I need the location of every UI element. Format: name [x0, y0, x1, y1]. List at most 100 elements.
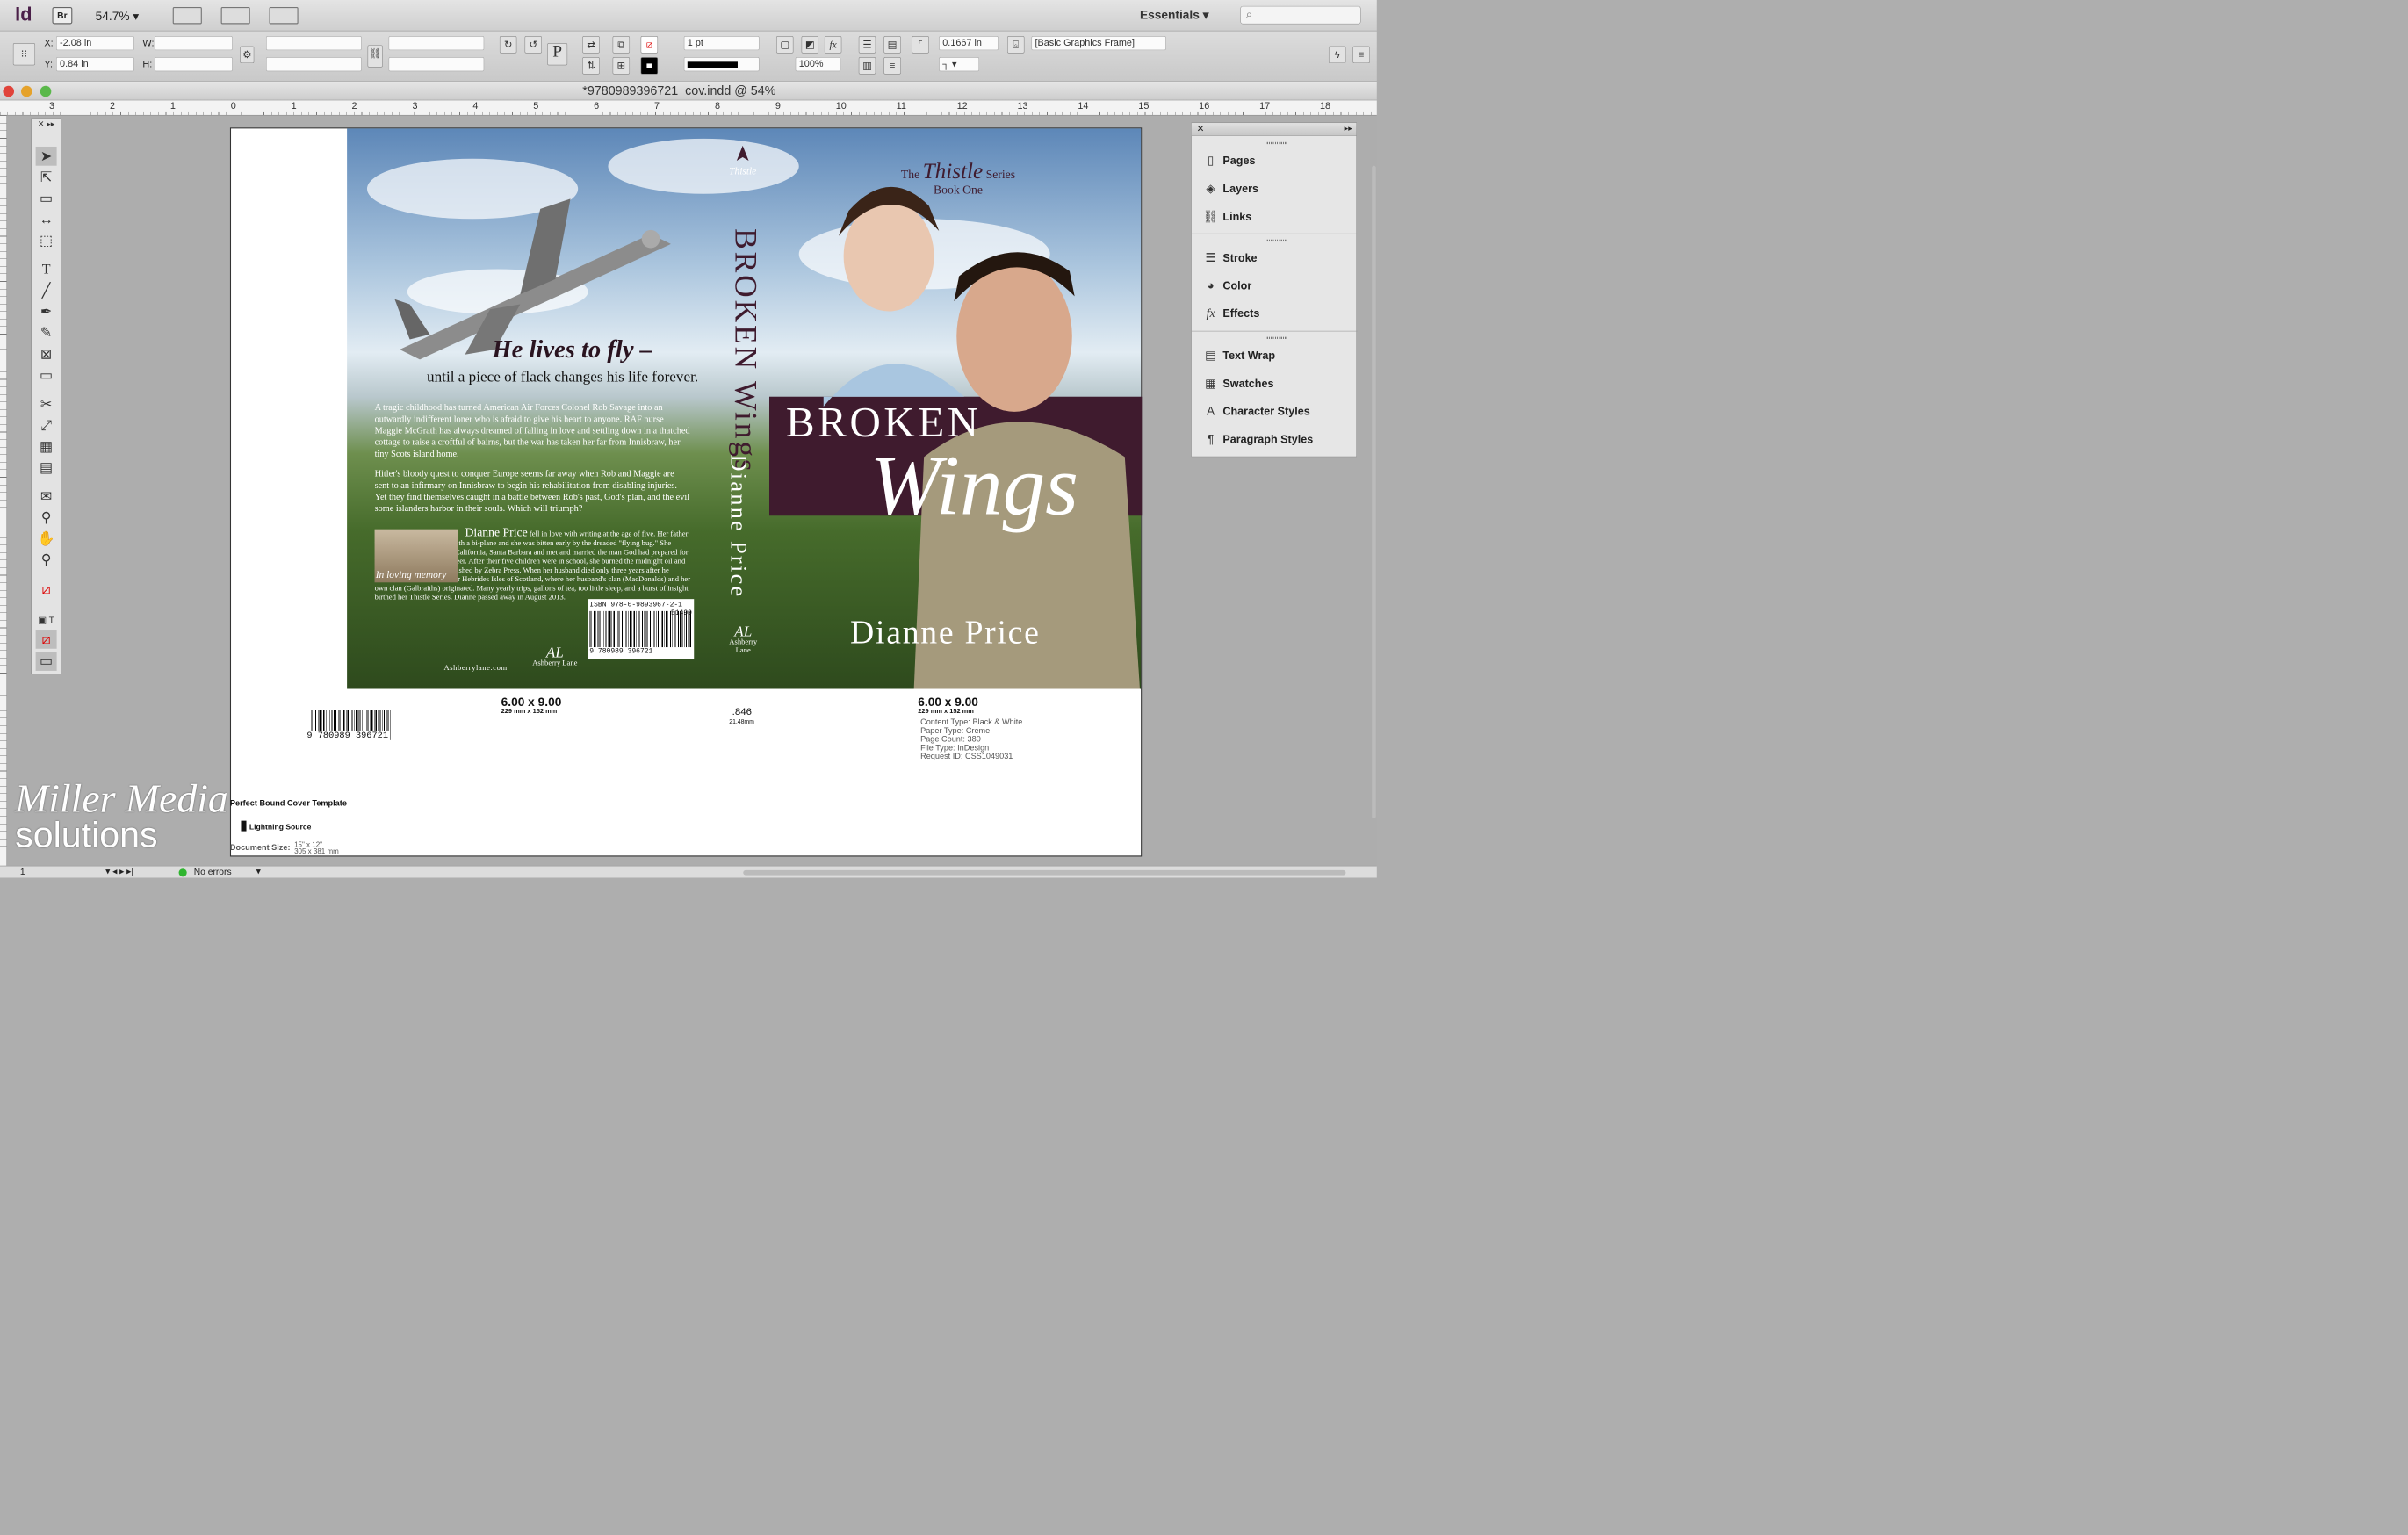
select-next-object-icon[interactable]: ⊞	[612, 57, 631, 75]
width-field[interactable]	[155, 36, 233, 51]
panel-grip[interactable]	[1266, 336, 1287, 339]
zoom-level-dropdown[interactable]: 54.7% ▾	[96, 9, 140, 24]
effects-icon[interactable]: fx	[824, 36, 842, 54]
formatting-affects-container-icon[interactable]: ▣ T	[36, 610, 57, 630]
panel-menu-icon[interactable]: ≡	[1352, 46, 1370, 64]
stroke-weight-field[interactable]: 1 pt	[683, 36, 760, 51]
select-container-icon[interactable]: ⧉	[612, 36, 631, 54]
scale-y-field[interactable]	[266, 57, 362, 72]
bridge-button[interactable]: Br	[52, 7, 73, 25]
panel-item-effects[interactable]: fx Effects	[1201, 306, 1352, 327]
stroke-type-dropdown[interactable]	[683, 57, 760, 72]
pen-tool-icon[interactable]: ✒	[36, 302, 57, 321]
tools-collapse-icon[interactable]: ✕ ▸▸	[36, 119, 57, 129]
panel-item-pages[interactable]: ▯ Pages	[1201, 153, 1352, 173]
vertical-scrollbar[interactable]	[1372, 165, 1376, 819]
indesign-logo[interactable]: Id	[15, 4, 32, 26]
rotate-cw-icon[interactable]: ↻	[499, 36, 517, 54]
text-wrap-bbox-icon[interactable]: ▤	[883, 36, 901, 54]
drop-shadow-icon[interactable]: ▢	[776, 36, 794, 54]
zoom-tool-icon[interactable]: ⚲	[36, 551, 57, 570]
note-tool-icon[interactable]: ✉	[36, 487, 57, 507]
vertical-ruler[interactable]	[0, 115, 8, 869]
control-panel: ⁝⁝ X: -2.08 in Y: 0.84 in W: H: ⚙ ⛓ ↻ ↺ …	[0, 31, 1377, 82]
page-tool-icon[interactable]: ▭	[36, 189, 57, 208]
panel-item-layers[interactable]: ◈ Layers	[1201, 181, 1352, 201]
horizontal-ruler[interactable]: 3 2 1 0 1 2 3 4 5 6 7 8 9 10 11 12 13 14 15 16 17 18	[0, 100, 1377, 116]
horizontal-scrollbar[interactable]	[743, 869, 1346, 876]
height-field[interactable]	[155, 57, 233, 72]
rectangle-frame-tool-icon[interactable]: ⊠	[36, 344, 57, 364]
direct-selection-tool-icon[interactable]: ⇱	[36, 168, 57, 187]
gradient-feather-tool-icon[interactable]: ▤	[36, 458, 57, 477]
line-tool-icon[interactable]: ╱	[36, 281, 57, 300]
shadow-icon[interactable]: ◩	[801, 36, 819, 54]
opacity-field[interactable]: 100%	[795, 57, 841, 72]
stroke-color-icon[interactable]: ■	[640, 57, 659, 75]
preflight-status[interactable]: No errors	[194, 867, 232, 877]
panel-item-color[interactable]: ◕ Color	[1201, 278, 1352, 299]
text-wrap-shape-icon[interactable]: ▥	[858, 57, 876, 75]
type-tool-icon[interactable]: T	[36, 260, 57, 279]
screen-mode-button[interactable]	[220, 7, 250, 25]
workspace-switcher[interactable]: Essentials ▾	[1140, 8, 1209, 23]
page-number-field[interactable]: 1	[20, 867, 25, 877]
scissors-tool-icon[interactable]: ✂	[36, 394, 57, 414]
panel-item-paragraph-styles[interactable]: ¶ Paragraph Styles	[1201, 432, 1352, 452]
zoom-window-button[interactable]	[40, 85, 52, 97]
quick-apply-icon[interactable]: ϟ	[1328, 46, 1346, 64]
preflight-menu-icon[interactable]: ▾	[256, 866, 261, 876]
free-transform-tool-icon[interactable]: ⤢	[36, 415, 57, 435]
close-panel-icon[interactable]: ✕	[1197, 124, 1205, 134]
arrange-documents-button[interactable]	[269, 7, 299, 25]
fill-none-icon[interactable]: ⧄	[640, 36, 659, 54]
panel-item-character-styles[interactable]: A Character Styles	[1201, 404, 1352, 424]
corner-options-icon[interactable]: ⌜	[912, 36, 929, 54]
close-window-button[interactable]	[3, 85, 15, 97]
object-style-dropdown[interactable]: [Basic Graphics Frame]	[1031, 36, 1166, 51]
panel-item-label: Links	[1222, 210, 1252, 223]
blurb-paragraph-2: Hitler's bloody quest to conquer Europe …	[374, 468, 690, 514]
panel-item-text-wrap[interactable]: ▤ Text Wrap	[1201, 348, 1352, 368]
panel-grip[interactable]	[1266, 141, 1287, 145]
panel-item-links[interactable]: ⛓ Links	[1201, 209, 1352, 229]
screen-mode-icon[interactable]: ▭	[35, 652, 57, 671]
eyedropper-tool-icon[interactable]: ⚲	[36, 508, 57, 528]
spec-line: Content Type: Black & White	[920, 717, 1023, 727]
offset-field[interactable]: 0.1667 in	[939, 36, 999, 51]
constrain-proportions-icon[interactable]: ⚙	[240, 46, 255, 64]
y-position-field[interactable]: 0.84 in	[56, 57, 134, 72]
rotate-ccw-icon[interactable]: ↺	[524, 36, 542, 54]
object-style-icon[interactable]: ⌺	[1007, 36, 1025, 54]
fill-stroke-swatch-icon[interactable]: ⧄	[36, 580, 57, 599]
view-options-button[interactable]	[172, 7, 202, 25]
search-field[interactable]: ⌕	[1240, 5, 1361, 25]
panel-item-swatches[interactable]: ▦ Swatches	[1201, 376, 1352, 396]
reference-point-icon[interactable]: ⁝⁝	[12, 43, 36, 66]
content-collector-icon[interactable]: ⬚	[36, 231, 57, 250]
miller-media-watermark: Miller Media solutions	[15, 779, 228, 854]
gradient-swatch-tool-icon[interactable]: ▦	[36, 436, 57, 456]
corner-shape-dropdown[interactable]: ┐ ▾	[939, 57, 980, 72]
minimize-window-button[interactable]	[21, 85, 32, 97]
rotation-field[interactable]	[388, 36, 485, 51]
select-content-icon[interactable]: P	[547, 43, 568, 66]
shear-field[interactable]	[388, 57, 485, 72]
apply-none-icon[interactable]: ⧄	[35, 630, 57, 649]
flip-vertical-icon[interactable]: ⇅	[582, 57, 600, 75]
x-position-field[interactable]: -2.08 in	[56, 36, 134, 51]
hand-tool-icon[interactable]: ✋	[36, 530, 57, 549]
text-wrap-jump-icon[interactable]: ≡	[883, 57, 901, 75]
rectangle-tool-icon[interactable]: ▭	[36, 365, 57, 385]
gap-tool-icon[interactable]: ↔	[36, 210, 57, 229]
page-navigation-icon[interactable]: ▾ ◂ ▸ ▸|	[105, 866, 133, 876]
selection-tool-icon[interactable]: ➤	[35, 146, 57, 166]
text-wrap-none-icon[interactable]: ☰	[858, 36, 876, 54]
link-scale-icon[interactable]: ⛓	[367, 45, 383, 68]
pencil-tool-icon[interactable]: ✎	[36, 323, 57, 342]
flip-horizontal-icon[interactable]: ⇄	[582, 36, 600, 54]
panel-grip[interactable]	[1266, 239, 1287, 242]
collapse-panel-icon[interactable]: ▸▸	[1345, 124, 1352, 133]
panel-item-stroke[interactable]: ☰ Stroke	[1201, 250, 1352, 270]
scale-x-field[interactable]	[266, 36, 362, 51]
